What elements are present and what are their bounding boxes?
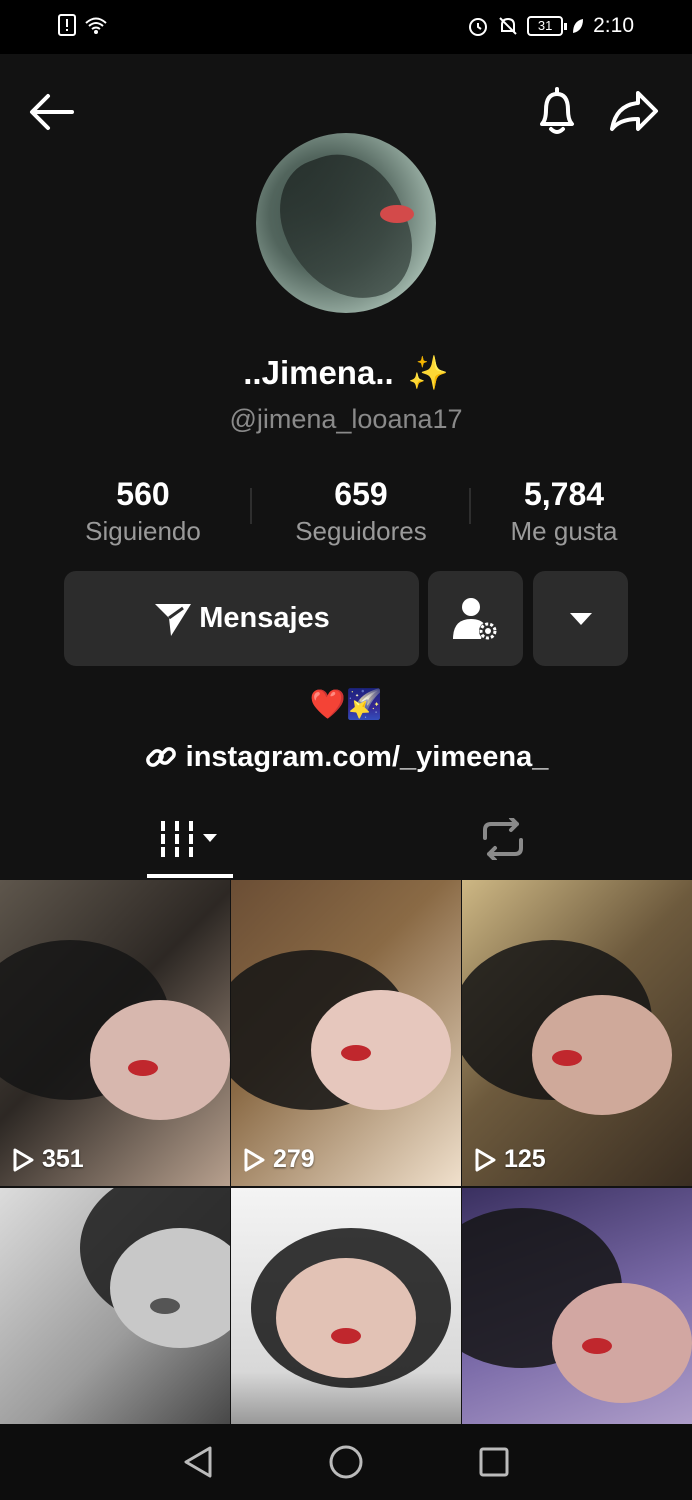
- message-button-label: Mensajes: [199, 602, 330, 634]
- leaf-icon: [573, 19, 584, 33]
- bio: ❤️🌠: [0, 688, 692, 722]
- view-count: 279: [273, 1145, 315, 1173]
- stat-followers[interactable]: 659 Seguidores: [271, 474, 451, 548]
- sparkle-emoji: ✨: [407, 354, 449, 391]
- share-button[interactable]: [604, 82, 664, 140]
- square-recents-icon: [479, 1447, 509, 1477]
- notification-bell-button[interactable]: [528, 82, 586, 140]
- stat-label: Seguidores: [295, 516, 427, 546]
- bell-icon: [540, 87, 574, 134]
- stat-following[interactable]: 560 Siguiendo: [63, 474, 223, 548]
- stat-value: 659: [334, 476, 388, 512]
- system-nav-bar: [0, 1424, 692, 1500]
- system-home-button[interactable]: [326, 1442, 366, 1482]
- divider: [250, 488, 252, 524]
- stat-label: Siguiendo: [85, 516, 201, 546]
- stat-value: 560: [116, 476, 170, 512]
- video-thumbnail[interactable]: 279: [231, 880, 461, 1186]
- caret-down-icon: [569, 612, 592, 625]
- shooting-star-emoji: 🌠: [346, 689, 383, 721]
- triangle-back-icon: [184, 1446, 212, 1478]
- play-icon: [13, 1148, 34, 1171]
- video-thumbnail[interactable]: [231, 1188, 461, 1426]
- profile-link[interactable]: instagram.com/_yimeena_: [0, 740, 692, 774]
- circle-home-icon: [329, 1445, 363, 1479]
- tab-videos[interactable]: [147, 800, 233, 878]
- share-arrow-icon: [610, 91, 658, 131]
- more-options-button[interactable]: [533, 571, 628, 666]
- repost-icon: [483, 818, 523, 860]
- silent-icon: [499, 17, 517, 35]
- view-count: 125: [504, 1145, 546, 1173]
- view-count: 351: [42, 1145, 84, 1173]
- back-arrow-icon: [30, 94, 74, 130]
- system-back-button[interactable]: [178, 1442, 218, 1482]
- video-thumbnail[interactable]: [462, 1188, 692, 1426]
- link-icon: [145, 747, 176, 767]
- play-icon: [244, 1148, 265, 1171]
- active-tab-indicator: [147, 874, 233, 878]
- video-grid: 351 279 125: [0, 880, 692, 1426]
- video-thumbnail[interactable]: [0, 1188, 230, 1426]
- display-name-text: ..Jimena..: [243, 354, 394, 391]
- back-button[interactable]: [24, 84, 80, 140]
- message-button[interactable]: Mensajes: [64, 571, 419, 666]
- person-gear-icon: [452, 597, 497, 640]
- system-recents-button[interactable]: [474, 1442, 514, 1482]
- display-name: ..Jimena.. ✨: [0, 354, 692, 393]
- profile-stats: 560 Siguiendo 659 Seguidores 5,784 Me gu…: [0, 474, 692, 554]
- video-thumbnail[interactable]: 351: [0, 880, 230, 1186]
- wifi-icon: [85, 17, 107, 34]
- link-text: instagram.com/_yimeena_: [185, 740, 549, 773]
- battery-indicator: 31: [527, 16, 568, 36]
- play-icon: [475, 1148, 496, 1171]
- tab-reposts[interactable]: [460, 800, 546, 878]
- video-thumbnail[interactable]: 125: [462, 880, 692, 1186]
- stat-likes[interactable]: 5,784 Me gusta: [489, 474, 639, 548]
- videos-grid-icon: [161, 821, 217, 857]
- heart-emoji: ❤️: [309, 689, 346, 721]
- alert-icon: [58, 14, 76, 36]
- status-time: 2:10: [593, 14, 634, 37]
- stat-value: 5,784: [523, 476, 605, 512]
- divider: [469, 488, 471, 524]
- content-tabs: [0, 800, 692, 880]
- send-icon: [155, 603, 192, 636]
- friend-settings-button[interactable]: [428, 571, 523, 666]
- username: @jimena_looana17: [229, 404, 463, 434]
- status-bar: 31 2:10: [0, 0, 692, 54]
- profile-avatar[interactable]: [256, 133, 436, 313]
- alarm-icon: [469, 18, 488, 36]
- stat-label: Me gusta: [510, 516, 618, 546]
